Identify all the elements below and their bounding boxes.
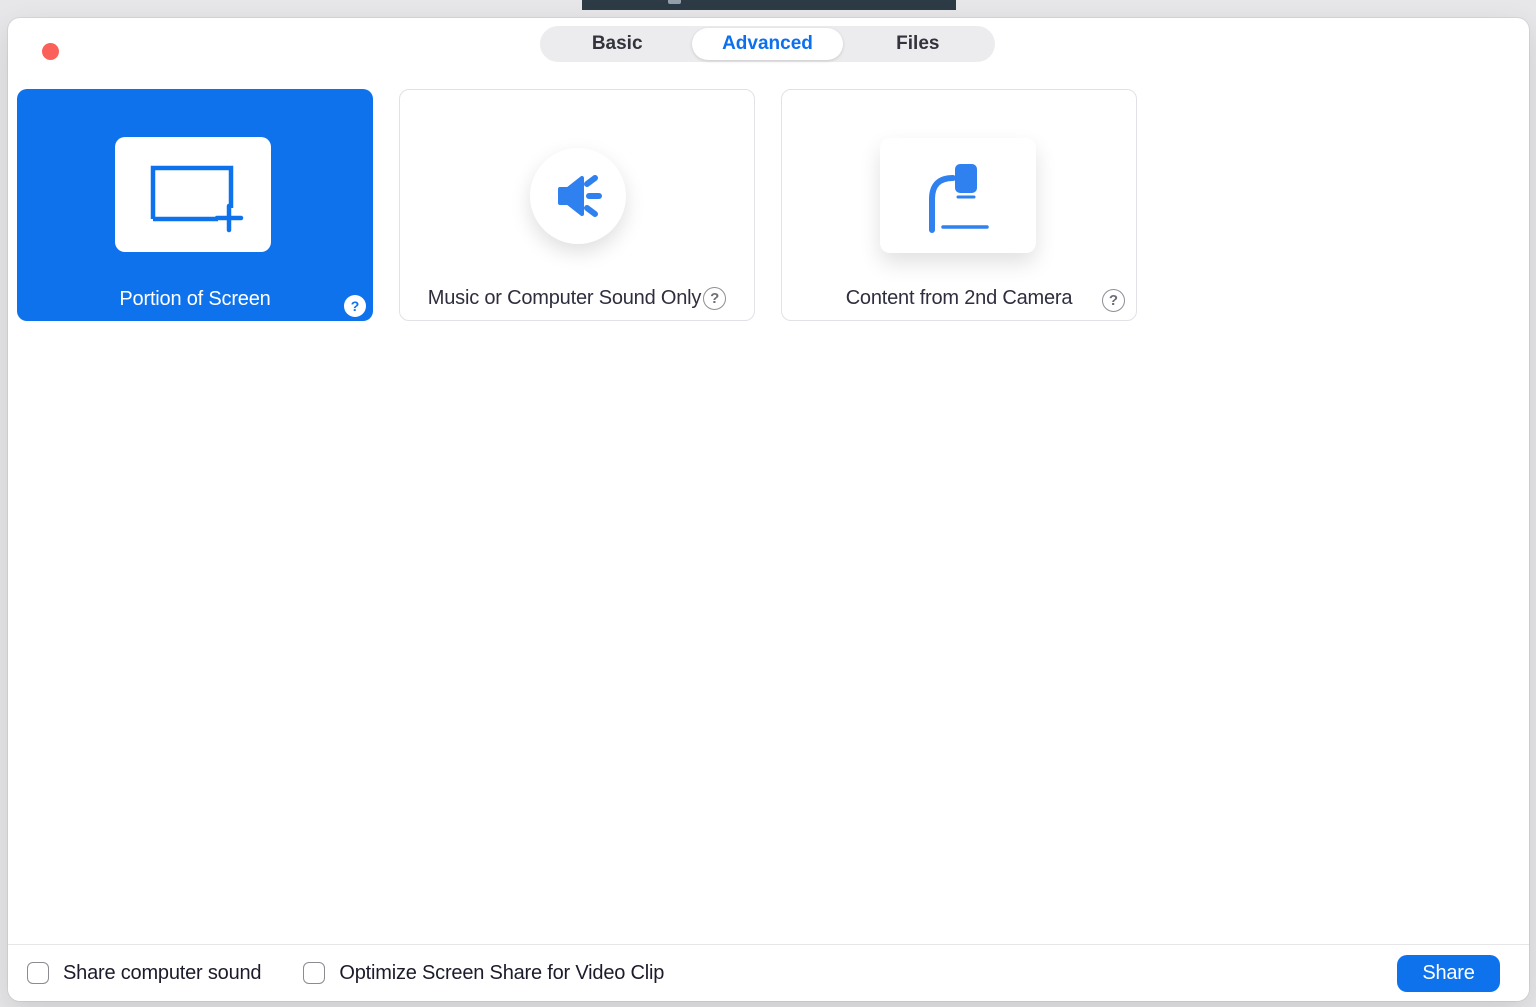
card-label-text: Portion of Screen [119, 288, 270, 311]
background-window-edge [582, 0, 956, 10]
card-label: Content from 2nd Camera [782, 286, 1136, 310]
footer-bar: Share computer sound Optimize Screen Sha… [8, 944, 1529, 1001]
tab-basic[interactable]: Basic [542, 28, 692, 60]
card-label-text: Music or Computer Sound Only [428, 287, 701, 310]
portion-of-screen-icon [115, 137, 271, 252]
help-icon[interactable]: ? [344, 295, 366, 317]
card-content-from-2nd-camera[interactable]: Content from 2nd Camera ? [781, 89, 1137, 321]
share-computer-sound-label: Share computer sound [63, 962, 261, 985]
card-label-text: Content from 2nd Camera [846, 287, 1073, 310]
document-camera-icon [880, 138, 1036, 253]
help-icon[interactable]: ? [1102, 289, 1125, 312]
optimize-video-clip-checkbox[interactable] [303, 962, 325, 984]
card-label: Music or Computer Sound Only? [400, 286, 754, 310]
zoom-share-dialog: Basic Advanced Files Portion of Screen ? [8, 18, 1529, 1001]
card-portion-of-screen[interactable]: Portion of Screen ? [17, 89, 373, 321]
card-music-or-computer-sound-only[interactable]: Music or Computer Sound Only? [399, 89, 755, 321]
share-computer-sound-option: Share computer sound [27, 962, 261, 985]
close-button[interactable] [42, 43, 59, 60]
help-icon[interactable]: ? [703, 287, 726, 310]
share-computer-sound-checkbox[interactable] [27, 962, 49, 984]
speaker-sound-icon [530, 148, 626, 244]
share-mode-tab-bar: Basic Advanced Files [540, 26, 995, 62]
optimize-video-clip-option: Optimize Screen Share for Video Clip [303, 962, 664, 985]
optimize-video-clip-label: Optimize Screen Share for Video Clip [339, 962, 664, 985]
share-button[interactable]: Share [1397, 955, 1500, 992]
tab-files[interactable]: Files [843, 28, 993, 60]
card-label: Portion of Screen [17, 287, 373, 311]
background-window-glyph [668, 0, 681, 4]
tab-advanced[interactable]: Advanced [692, 28, 842, 60]
